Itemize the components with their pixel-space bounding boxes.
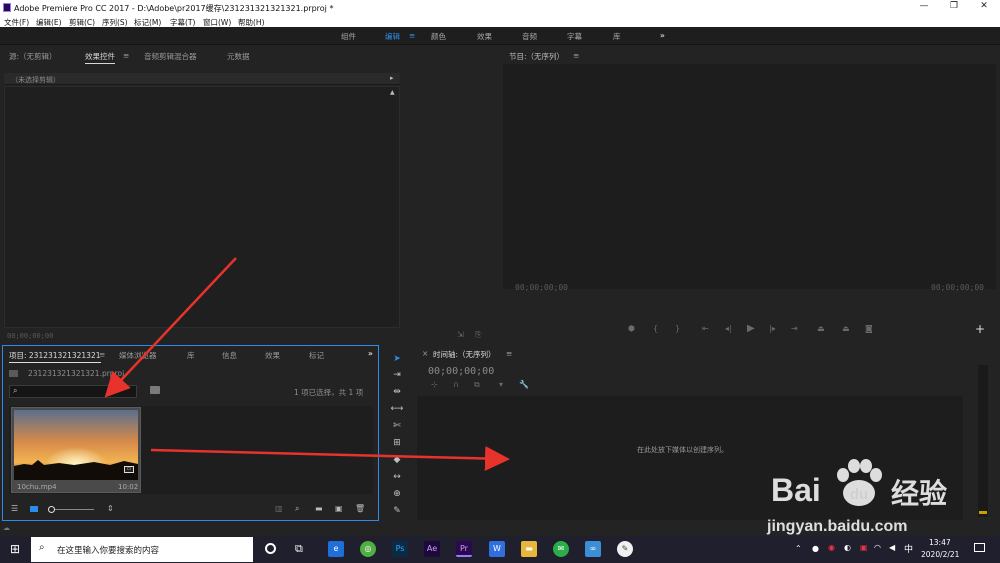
baidu-watermark: Bai du 经验 jingyan.baidu.com — [765, 455, 997, 540]
tray-expand-icon[interactable]: ⌃ — [795, 544, 802, 553]
notification-icon[interactable] — [974, 543, 985, 552]
tray-weibo-icon[interactable]: ◉ — [828, 543, 835, 552]
tray-app-icon[interactable]: ▣ — [860, 543, 868, 552]
360-browser-icon[interactable]: ◎ — [360, 541, 376, 557]
taskbar-search-box[interactable]: ⌕ 在这里输入你要搜索的内容 — [31, 537, 253, 562]
annotation-arrow-to-timeline — [150, 445, 510, 471]
file-explorer-icon[interactable]: ▬ — [521, 541, 537, 557]
search-icon: ⌕ — [39, 542, 45, 553]
cortana-icon[interactable] — [265, 543, 276, 554]
ime-indicator[interactable]: 中 — [904, 542, 913, 555]
wps-icon[interactable]: W — [489, 541, 505, 557]
app-icon[interactable]: ∞ — [585, 541, 601, 557]
baidu-logo-text: Bai — [771, 472, 821, 508]
taskbar-search-placeholder: 在这里输入你要搜索的内容 — [57, 546, 160, 556]
baidu-jingyan-text: 经验 — [891, 477, 948, 510]
premiere-taskbar-icon[interactable]: Pr — [456, 541, 472, 557]
baidu-url: jingyan.baidu.com — [767, 518, 908, 535]
photoshop-icon[interactable]: Ps — [392, 541, 408, 557]
task-view-icon[interactable]: ⧉ — [295, 542, 303, 556]
baidu-paw-icon: du — [837, 459, 882, 506]
taskbar-time: 13:47 — [929, 538, 951, 547]
tray-wechat-icon[interactable]: ● — [812, 544, 819, 553]
volume-icon[interactable]: ◀ — [889, 543, 895, 552]
feather-app-icon[interactable]: ✎ — [617, 541, 633, 557]
annotation-arrow-to-clip — [104, 257, 237, 398]
edge-browser-icon[interactable]: e — [328, 541, 344, 557]
wifi-icon[interactable]: ◠ — [874, 543, 881, 552]
windows-start-icon[interactable]: ⊞ — [10, 542, 20, 556]
svg-text:du: du — [850, 486, 868, 503]
after-effects-icon[interactable]: Ae — [424, 541, 440, 557]
tray-security-icon[interactable]: ◐ — [844, 543, 851, 552]
taskbar-date: 2020/2/21 — [921, 550, 960, 559]
wechat-icon[interactable]: ✉ — [553, 541, 569, 557]
